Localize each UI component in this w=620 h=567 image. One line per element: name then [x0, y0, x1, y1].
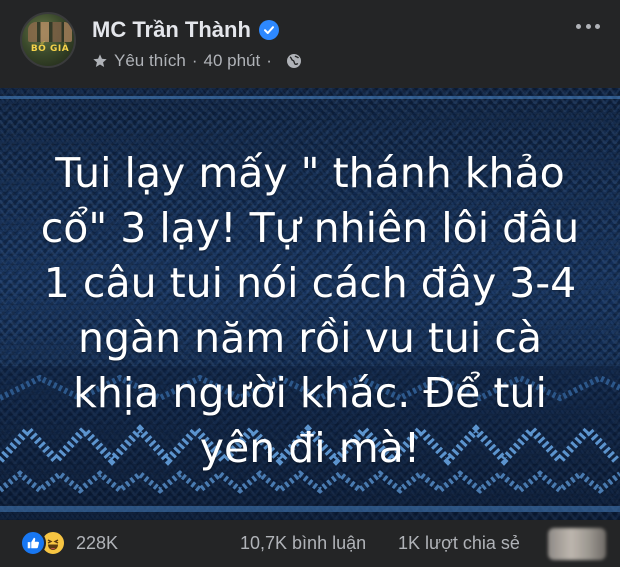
like-reaction-icon: [20, 530, 46, 556]
caption-line: khịa người khác. Để tui: [73, 369, 547, 417]
more-options-icon[interactable]: [572, 14, 604, 38]
audience-label[interactable]: Yêu thích: [114, 51, 186, 71]
viewer-avatar[interactable]: [548, 528, 606, 560]
caption-line: cổ" 3 lạy! Tự nhiên lôi đâu: [40, 204, 580, 252]
author-avatar[interactable]: BỐ GIÀ: [20, 12, 76, 68]
caption-line: ngàn năm rồi vu tui cà: [77, 314, 543, 362]
post-image[interactable]: Tui lạy mấy " thánh khảo cổ" 3 lạy! Tự n…: [0, 88, 620, 520]
caption-line: yên đi mà!: [199, 424, 421, 472]
avatar-poster-title: BỐ GIÀ: [30, 44, 70, 54]
author-row: MC Trần Thành: [92, 16, 279, 44]
verified-badge-icon: [258, 20, 279, 40]
post-header: BỐ GIÀ MC Trần Thành Yêu thích · 40 phút…: [0, 0, 620, 88]
shares-count[interactable]: 1K lượt chia sẻ: [398, 533, 520, 554]
post-footer: 228K 10,7K bình luận 1K lượt chia sẻ: [0, 520, 620, 567]
avatar-poster-figures: [28, 22, 72, 42]
globe-icon[interactable]: [286, 53, 302, 69]
meta-separator-2: ·: [266, 51, 272, 70]
post-timestamp[interactable]: 40 phút: [204, 51, 261, 71]
star-icon: [92, 53, 108, 69]
post-meta: Yêu thích · 40 phút ·: [92, 50, 302, 72]
reaction-count: 228K: [76, 532, 119, 553]
caption-line: 1 câu tui nói cách đây 3-4: [43, 259, 577, 307]
reactions-summary[interactable]: 228K: [20, 528, 118, 558]
caption-line: Tui lạy mấy " thánh khảo: [55, 149, 565, 197]
meta-separator: ·: [191, 51, 198, 70]
comments-count[interactable]: 10,7K bình luận: [240, 533, 366, 554]
author-name[interactable]: MC Trần Thành: [92, 17, 251, 43]
image-caption: Tui lạy mấy " thánh khảo cổ" 3 lạy! Tự n…: [20, 146, 600, 476]
